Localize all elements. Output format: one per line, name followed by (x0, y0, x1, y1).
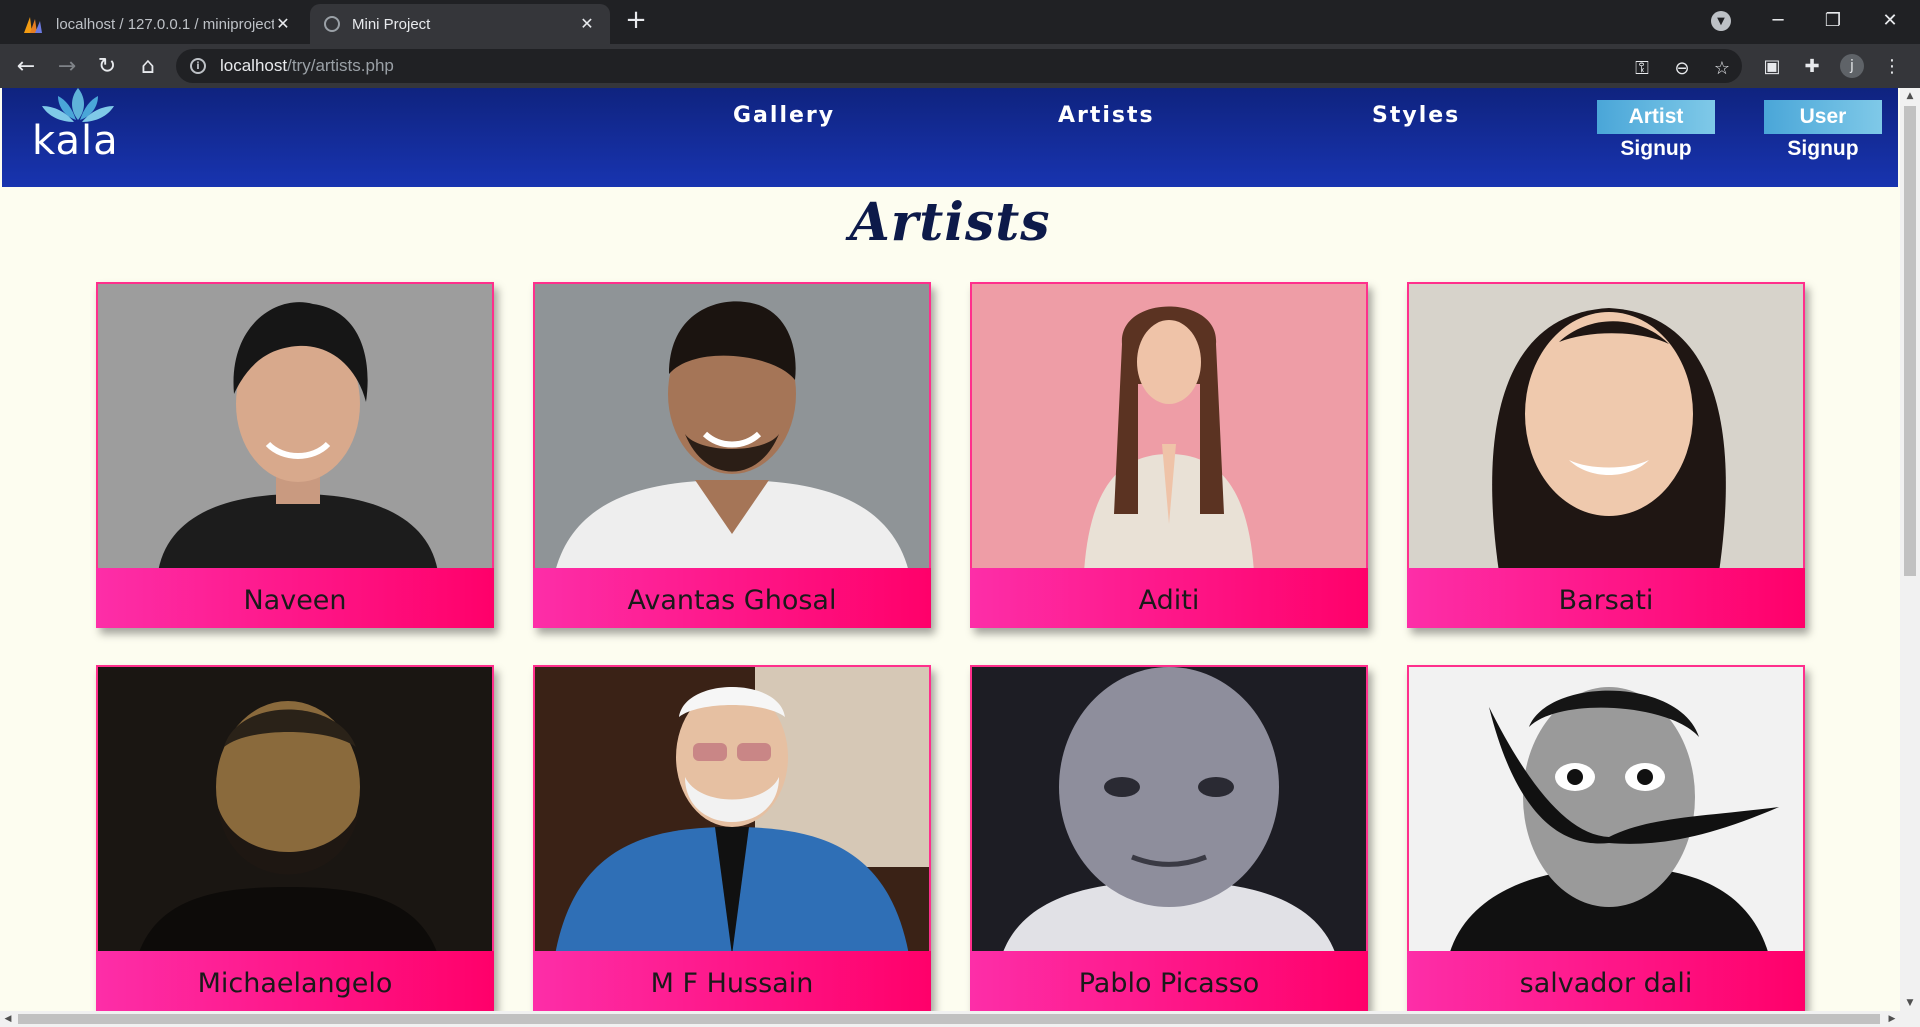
close-tab-icon[interactable]: ✕ (274, 15, 292, 33)
artist-card-naveen[interactable]: Naveen (96, 282, 494, 628)
horizontal-scrollbar[interactable]: ◀ ▶ (0, 1011, 1920, 1027)
key-icon[interactable]: ⚿ (1632, 58, 1652, 79)
globe-favicon-icon (324, 16, 340, 32)
page-title: Artists (849, 192, 1051, 253)
artist-card-m-f-hussain[interactable]: M F Hussain (533, 665, 931, 1011)
screencast-extension-icon[interactable]: ▣ (1758, 52, 1786, 80)
vertical-scrollbar[interactable]: ▲ ▼ (1900, 88, 1920, 1011)
artist-photo (1407, 665, 1805, 953)
artist-card-avantas-ghosal[interactable]: Avantas Ghosal (533, 282, 931, 628)
home-icon[interactable]: ⌂ (134, 52, 162, 80)
artist-card-michaelangelo[interactable]: Michaelangelo (96, 665, 494, 1011)
nav-gallery[interactable]: Gallery (733, 103, 835, 128)
artist-signup-bottom-label: Signup (1620, 137, 1692, 160)
tab-search-icon[interactable]: ▼ (1711, 11, 1731, 31)
logo-text: kala (32, 118, 119, 164)
tab-title: Mini Project (352, 15, 431, 33)
artist-signup-top-label: Artist (1597, 100, 1715, 134)
forward-arrow-icon[interactable]: → (53, 52, 81, 80)
minimize-icon[interactable]: ─ (1758, 6, 1798, 34)
artist-card-aditi[interactable]: Aditi (970, 282, 1368, 628)
site-header: kala Gallery Artists Styles Artist Signu… (2, 88, 1898, 187)
extensions-puzzle-icon[interactable]: ✚ (1798, 52, 1826, 80)
artist-name: M F Hussain (533, 951, 931, 1011)
browser-tab-bar: localhost / 127.0.0.1 / miniproject ✕ Mi… (0, 0, 1920, 44)
tab-phpmyadmin[interactable]: localhost / 127.0.0.1 / miniproject ✕ (8, 4, 306, 44)
address-bar[interactable]: i localhost/try/artists.php ⚿ ⊖ ☆ (176, 49, 1742, 83)
artist-name: salvador dali (1407, 951, 1805, 1011)
artist-name: Avantas Ghosal (533, 568, 931, 628)
page-viewport: kala Gallery Artists Styles Artist Signu… (0, 88, 1900, 1011)
user-signup-top-label: User (1764, 100, 1882, 134)
address-url: localhost/try/artists.php (220, 56, 394, 76)
close-window-icon[interactable]: ✕ (1870, 6, 1910, 34)
artist-photo (533, 282, 931, 570)
profile-avatar-icon[interactable]: j (1840, 54, 1864, 78)
scrollbar-thumb[interactable] (1904, 106, 1916, 576)
url-path: /try/artists.php (287, 56, 394, 75)
artist-card-barsati[interactable]: Barsati (1407, 282, 1805, 628)
artist-card-pablo-picasso[interactable]: Pablo Picasso (970, 665, 1368, 1011)
new-tab-plus-icon[interactable]: + (624, 7, 648, 33)
artist-name: Barsati (1407, 568, 1805, 628)
artist-name: Michaelangelo (96, 951, 494, 1011)
artist-photo (533, 665, 931, 953)
scroll-right-arrow-icon[interactable]: ▶ (1884, 1011, 1900, 1027)
phpmyadmin-favicon-icon (22, 15, 44, 33)
reload-icon[interactable]: ↻ (93, 52, 121, 80)
user-signup-button[interactable]: User Signup (1764, 100, 1882, 164)
artist-name: Pablo Picasso (970, 951, 1368, 1011)
kala-logo[interactable]: kala (30, 88, 130, 182)
scroll-left-arrow-icon[interactable]: ◀ (0, 1011, 16, 1027)
tab-title: localhost / 127.0.0.1 / miniproject (56, 15, 274, 33)
artist-photo (970, 665, 1368, 953)
artist-photo (96, 665, 494, 953)
artist-photo (1407, 282, 1805, 570)
tab-mini-project[interactable]: Mini Project ✕ (310, 4, 610, 44)
scroll-down-arrow-icon[interactable]: ▼ (1900, 995, 1920, 1011)
menu-kebab-icon[interactable]: ⋮ (1878, 52, 1906, 80)
scrollbar-thumb[interactable] (18, 1014, 1880, 1024)
artist-signup-button[interactable]: Artist Signup (1597, 100, 1715, 164)
site-info-icon[interactable]: i (190, 58, 206, 74)
url-host: localhost (220, 56, 288, 75)
zoom-icon[interactable]: ⊖ (1672, 58, 1692, 79)
browser-toolbar: ← → ↻ ⌂ i localhost/try/artists.php ⚿ ⊖ … (0, 44, 1920, 88)
artist-photo (970, 282, 1368, 570)
user-signup-bottom-label: Signup (1787, 137, 1859, 160)
artist-photo (96, 282, 494, 570)
close-tab-icon[interactable]: ✕ (578, 15, 596, 33)
artist-name: Naveen (96, 568, 494, 628)
artist-name: Aditi (970, 568, 1368, 628)
scroll-up-arrow-icon[interactable]: ▲ (1900, 88, 1920, 104)
nav-artists[interactable]: Artists (1058, 103, 1155, 128)
bookmark-star-icon[interactable]: ☆ (1712, 58, 1732, 79)
restore-icon[interactable]: ❐ (1813, 6, 1853, 34)
artist-card-salvador-dali[interactable]: salvador dali (1407, 665, 1805, 1011)
nav-styles[interactable]: Styles (1372, 103, 1460, 128)
back-arrow-icon[interactable]: ← (12, 52, 40, 80)
